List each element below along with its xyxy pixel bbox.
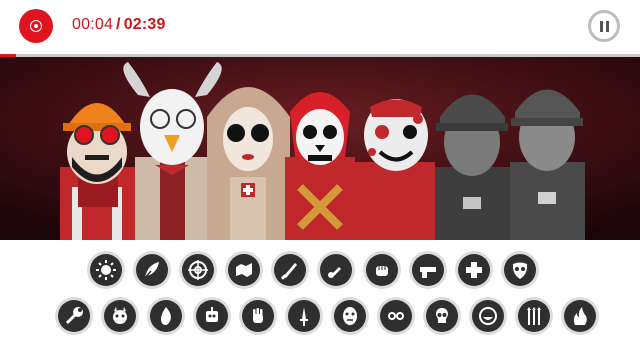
timer: 00:04/02:39	[72, 16, 166, 34]
record-button[interactable]	[19, 9, 53, 43]
arrows-icon	[518, 300, 550, 332]
mask-icon	[504, 254, 536, 286]
wrench-icon	[58, 300, 90, 332]
character-worker[interactable]	[60, 103, 135, 240]
sound-slot[interactable]	[147, 297, 185, 335]
face-icon	[334, 300, 366, 332]
top-bar: 00:04/02:39	[0, 0, 640, 54]
sound-slot[interactable]	[455, 251, 493, 289]
total-time: 02:39	[123, 16, 166, 33]
sound-slot[interactable]	[409, 251, 447, 289]
medical-cross-icon	[458, 254, 490, 286]
time-separator: /	[116, 16, 121, 33]
sound-slot[interactable]	[363, 251, 401, 289]
goggles-icon	[380, 300, 412, 332]
sound-slot[interactable]	[469, 297, 507, 335]
dagger-icon	[288, 300, 320, 332]
character-stage	[0, 57, 640, 240]
sound-slot[interactable]	[133, 251, 171, 289]
sound-slot[interactable]	[101, 297, 139, 335]
fire-icon	[564, 300, 596, 332]
sound-slot[interactable]	[377, 297, 415, 335]
sound-slot[interactable]	[179, 251, 217, 289]
grin-icon	[472, 300, 504, 332]
sound-slot[interactable]	[561, 297, 599, 335]
devil-icon	[104, 300, 136, 332]
elapsed-time: 00:04	[72, 16, 114, 33]
sound-slot[interactable]	[225, 251, 263, 289]
hand-icon	[242, 300, 274, 332]
robot-icon	[196, 300, 228, 332]
flame-icon	[150, 300, 182, 332]
pause-icon	[599, 20, 609, 32]
sound-slot[interactable]	[285, 297, 323, 335]
sound-slot[interactable]	[55, 297, 93, 335]
character-soldier-right[interactable]	[510, 89, 585, 241]
character-mask[interactable]	[355, 99, 435, 240]
knife-icon	[274, 254, 306, 286]
gun-icon	[412, 254, 444, 286]
sound-slot[interactable]	[87, 251, 125, 289]
feather-icon	[136, 254, 168, 286]
sound-palette	[0, 240, 640, 360]
crosshair-icon	[182, 254, 214, 286]
sound-slot[interactable]	[271, 251, 309, 289]
sound-slot[interactable]	[193, 297, 231, 335]
sound-slot[interactable]	[239, 297, 277, 335]
sound-slot[interactable]	[515, 297, 553, 335]
sound-slot[interactable]	[423, 297, 461, 335]
pause-button[interactable]	[588, 10, 620, 42]
fist-icon	[366, 254, 398, 286]
record-icon	[30, 20, 42, 32]
character-soldier-left[interactable]	[435, 94, 510, 241]
bullet-icon	[320, 254, 352, 286]
map-icon	[228, 254, 260, 286]
sound-slot[interactable]	[331, 297, 369, 335]
sound-slot[interactable]	[317, 251, 355, 289]
sun-gear-icon	[90, 254, 122, 286]
character-skull[interactable]	[285, 92, 355, 240]
character-nun[interactable]	[207, 87, 290, 240]
skull-icon	[426, 300, 458, 332]
sound-slot[interactable]	[501, 251, 539, 289]
